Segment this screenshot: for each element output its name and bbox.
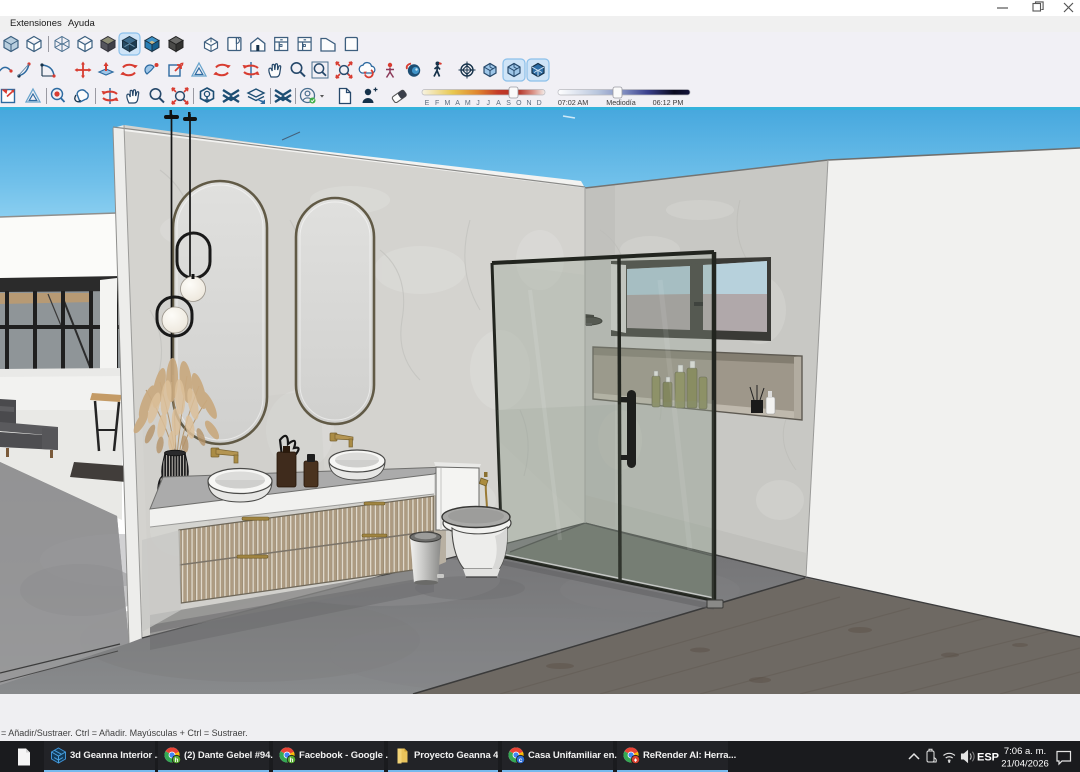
svg-text:06:12 PM: 06:12 PM [653,98,684,107]
svg-text:D: D [537,100,542,107]
svg-text:A: A [455,100,460,107]
svg-text:J: J [486,100,490,107]
svg-text:M: M [465,100,471,107]
svg-text:ESP: ESP [977,752,999,764]
svg-text:c: c [519,757,523,764]
svg-text:F: F [435,100,439,107]
svg-text:O: O [516,100,522,107]
svg-text:N: N [526,100,531,107]
svg-text:A: A [496,100,501,107]
svg-text:07:02 AM: 07:02 AM [558,98,588,107]
svg-text:7:06 a. m.: 7:06 a. m. [1004,746,1046,757]
svg-text:Mediodía: Mediodía [606,98,636,107]
svg-text:E: E [425,100,430,107]
svg-text:h: h [290,757,294,764]
svg-text:21/04/2026: 21/04/2026 [1001,759,1049,770]
svg-text:S: S [506,100,511,107]
svg-text:M: M [444,100,450,107]
svg-text:h: h [175,757,179,764]
svg-text:J: J [476,100,480,107]
